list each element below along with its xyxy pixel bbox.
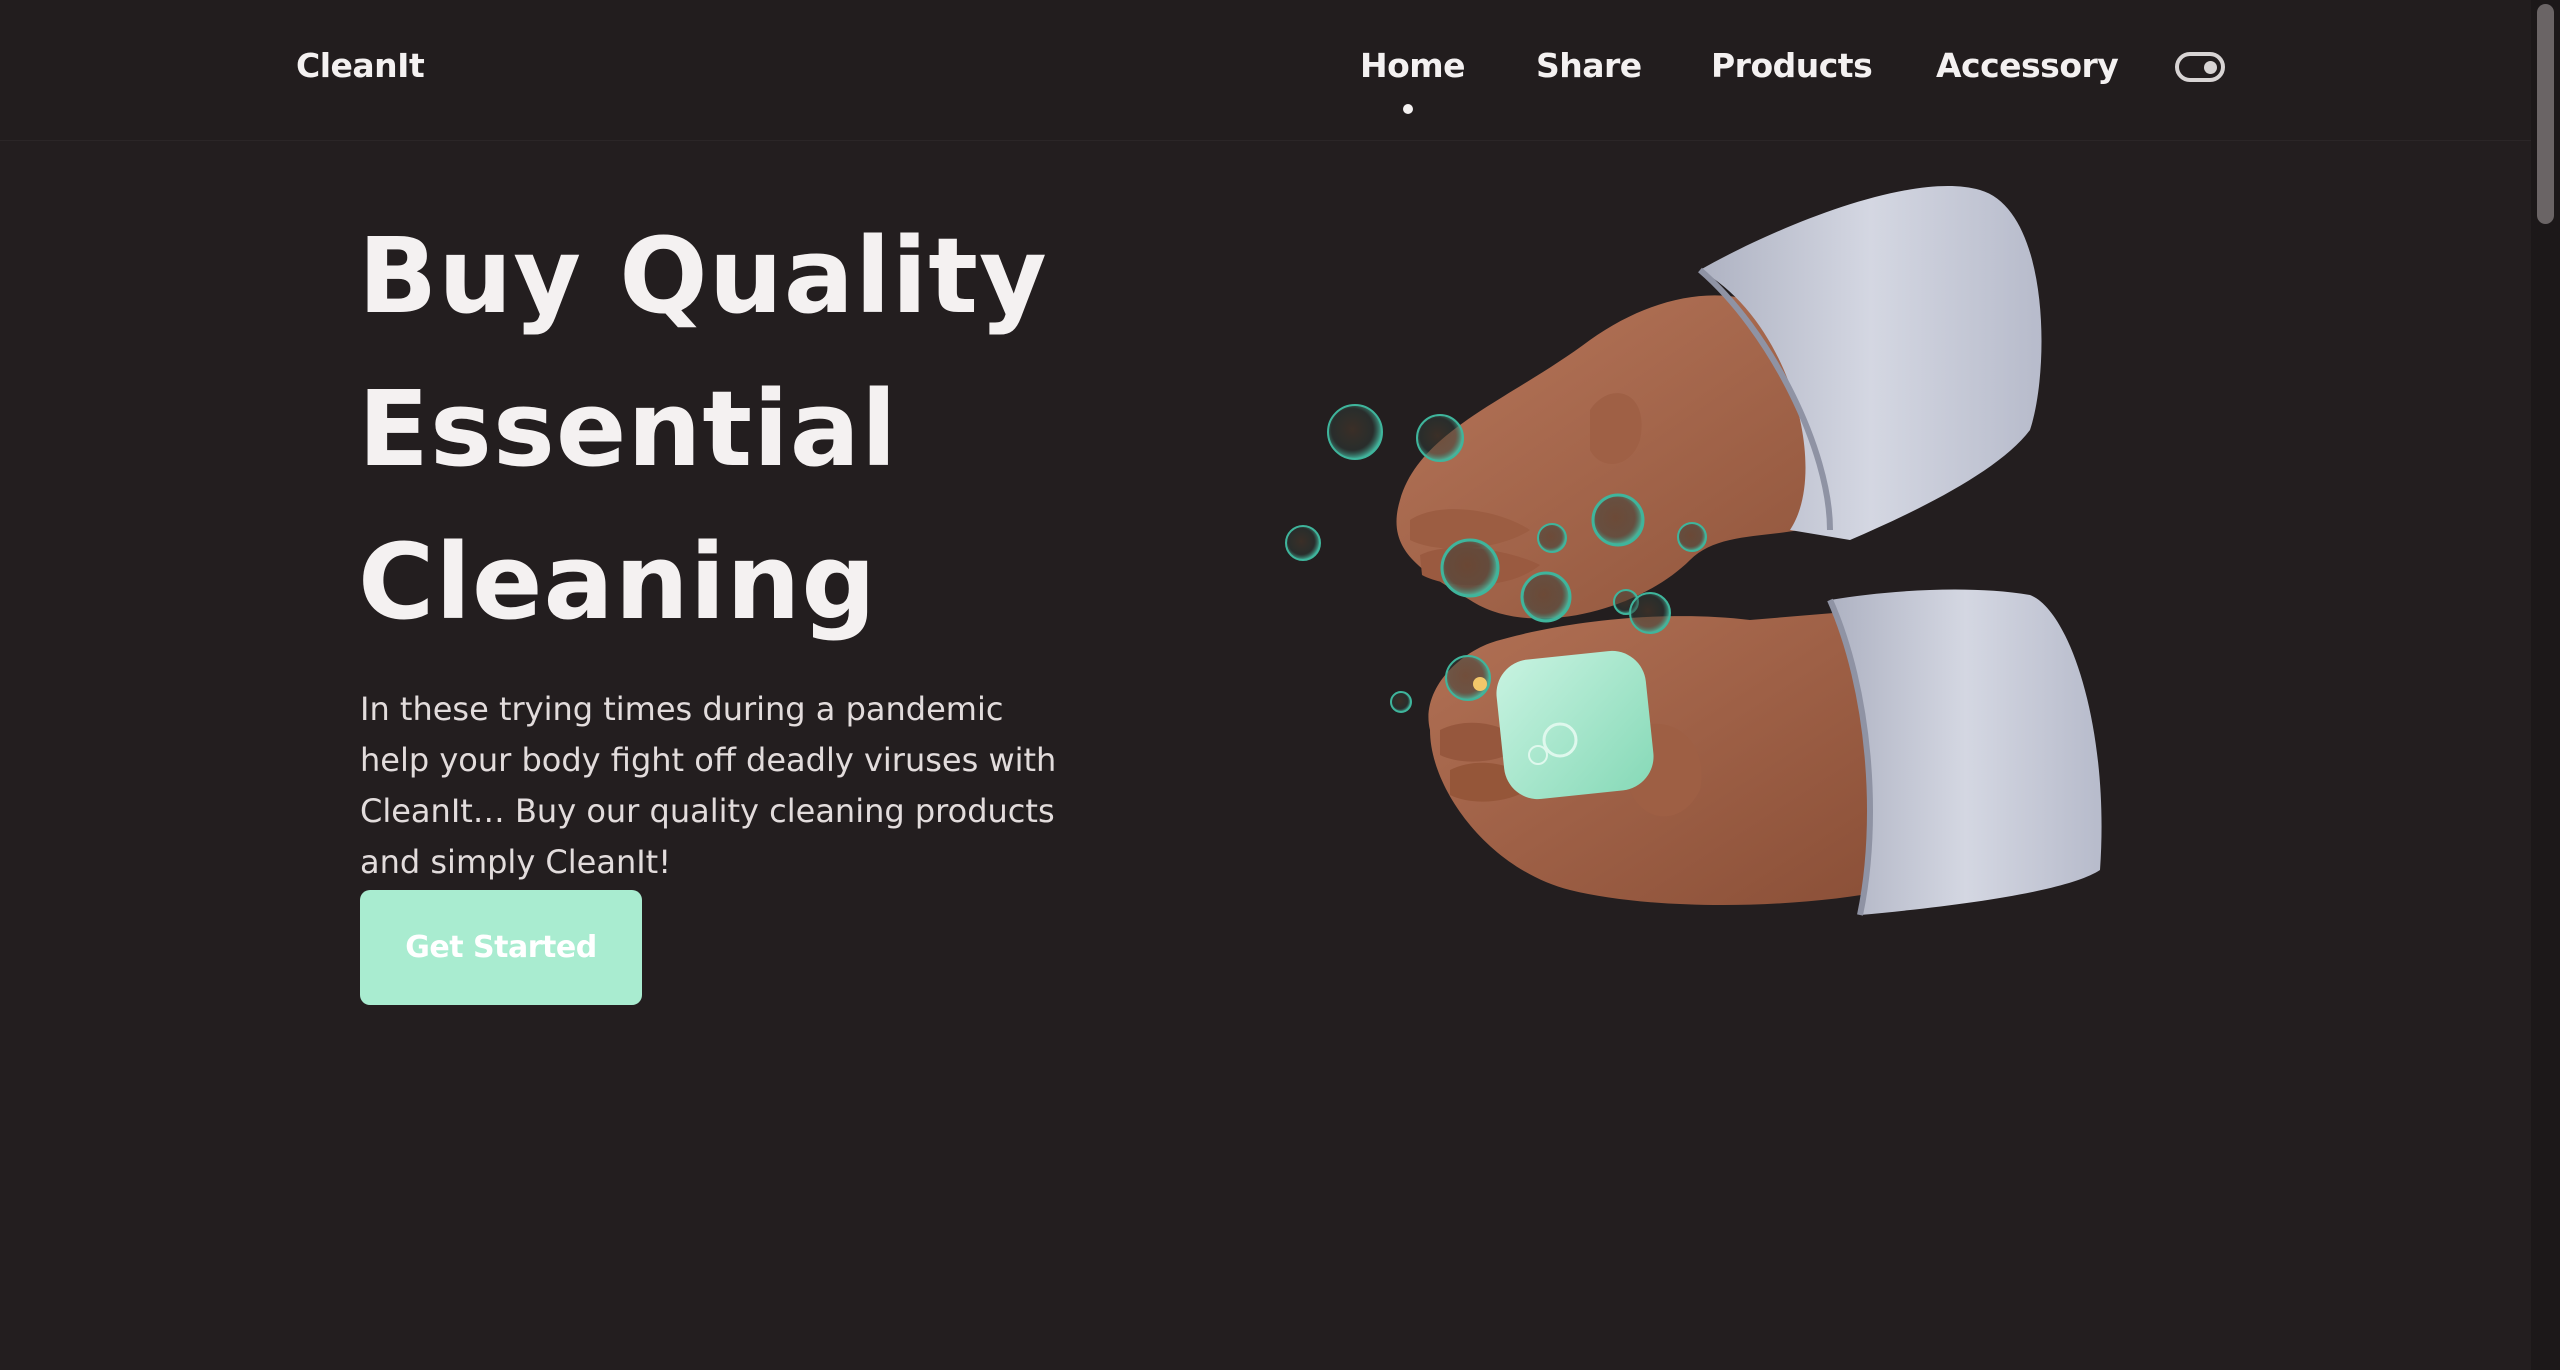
site-header: CleanIt Home Share Products Accessory [0,0,2531,141]
nav-active-indicator [1403,104,1413,114]
site-logo[interactable]: CleanIt [296,46,425,85]
hero-title-line-3: Cleaning [358,521,877,643]
nav-item-home[interactable]: Home [1360,46,1466,85]
soap-bar [1496,650,1654,800]
hero-title-line-1: Buy Quality [358,215,1048,337]
nav-item-share[interactable]: Share [1536,46,1642,85]
nav-item-accessory[interactable]: Accessory [1936,46,2119,85]
theme-toggle-icon[interactable] [2175,52,2225,82]
scrollbar-thumb[interactable] [2537,4,2554,224]
nav-item-products[interactable]: Products [1711,46,1873,85]
hero-title-line-2: Essential [358,368,898,490]
hands-washing-soap-icon [1270,170,2130,930]
toggle-knob [2204,61,2217,74]
hero-title: Buy Quality Essential Cleaning [358,200,1048,659]
hero-description: In these trying times during a pandemic … [360,690,1057,881]
get-started-button[interactable]: Get Started [360,890,642,1005]
